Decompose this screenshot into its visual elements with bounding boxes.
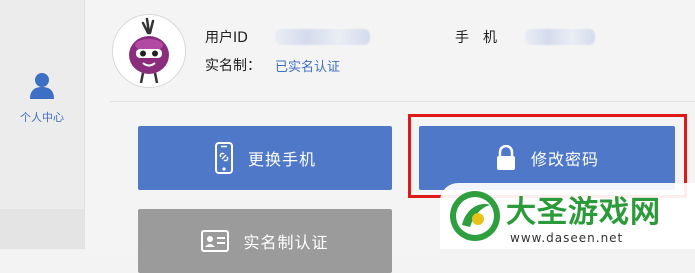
change-password-button[interactable]: 修改密码: [419, 126, 675, 190]
sidebar-item-personal-center[interactable]: 个人中心: [0, 72, 84, 125]
site-watermark: 大圣游戏网 www.daseen.net: [440, 183, 695, 249]
phone-label: 手 机: [455, 30, 497, 46]
change-password-label: 修改密码: [530, 150, 599, 169]
realname-status: 已实名认证: [275, 60, 341, 75]
change-phone-label: 更换手机: [247, 150, 316, 169]
main-panel: 用户ID 手 机 实名制： 已实名认证 更换手机 修改密码 实名制认证 大圣游戏…: [85, 0, 695, 273]
watermark-title: 大圣游戏网: [506, 195, 661, 230]
avatar: [112, 14, 186, 88]
sidebar-item-label: 个人中心: [20, 111, 64, 124]
watermark-url: www.daseen.net: [510, 231, 624, 245]
realname-auth-button[interactable]: 实名制认证: [138, 209, 392, 273]
change-phone-button[interactable]: 更换手机: [138, 126, 392, 190]
mobile-phone-icon: [214, 142, 234, 174]
profile-header: 用户ID 手 机 实名制： 已实名认证: [85, 0, 695, 100]
user-id-label: 用户ID: [205, 30, 248, 46]
sidebar: 个人中心: [0, 0, 85, 249]
watermark-logo-icon: [448, 189, 502, 247]
person-icon: [0, 72, 84, 103]
phone-value-redacted: [525, 29, 595, 45]
realname-auth-label: 实名制认证: [243, 233, 329, 252]
header-divider: [110, 101, 695, 102]
user-id-value-redacted: [275, 29, 370, 45]
lock-icon: [495, 145, 517, 171]
realname-label: 实名制：: [205, 58, 261, 74]
sidebar-footer-block: [0, 209, 84, 249]
